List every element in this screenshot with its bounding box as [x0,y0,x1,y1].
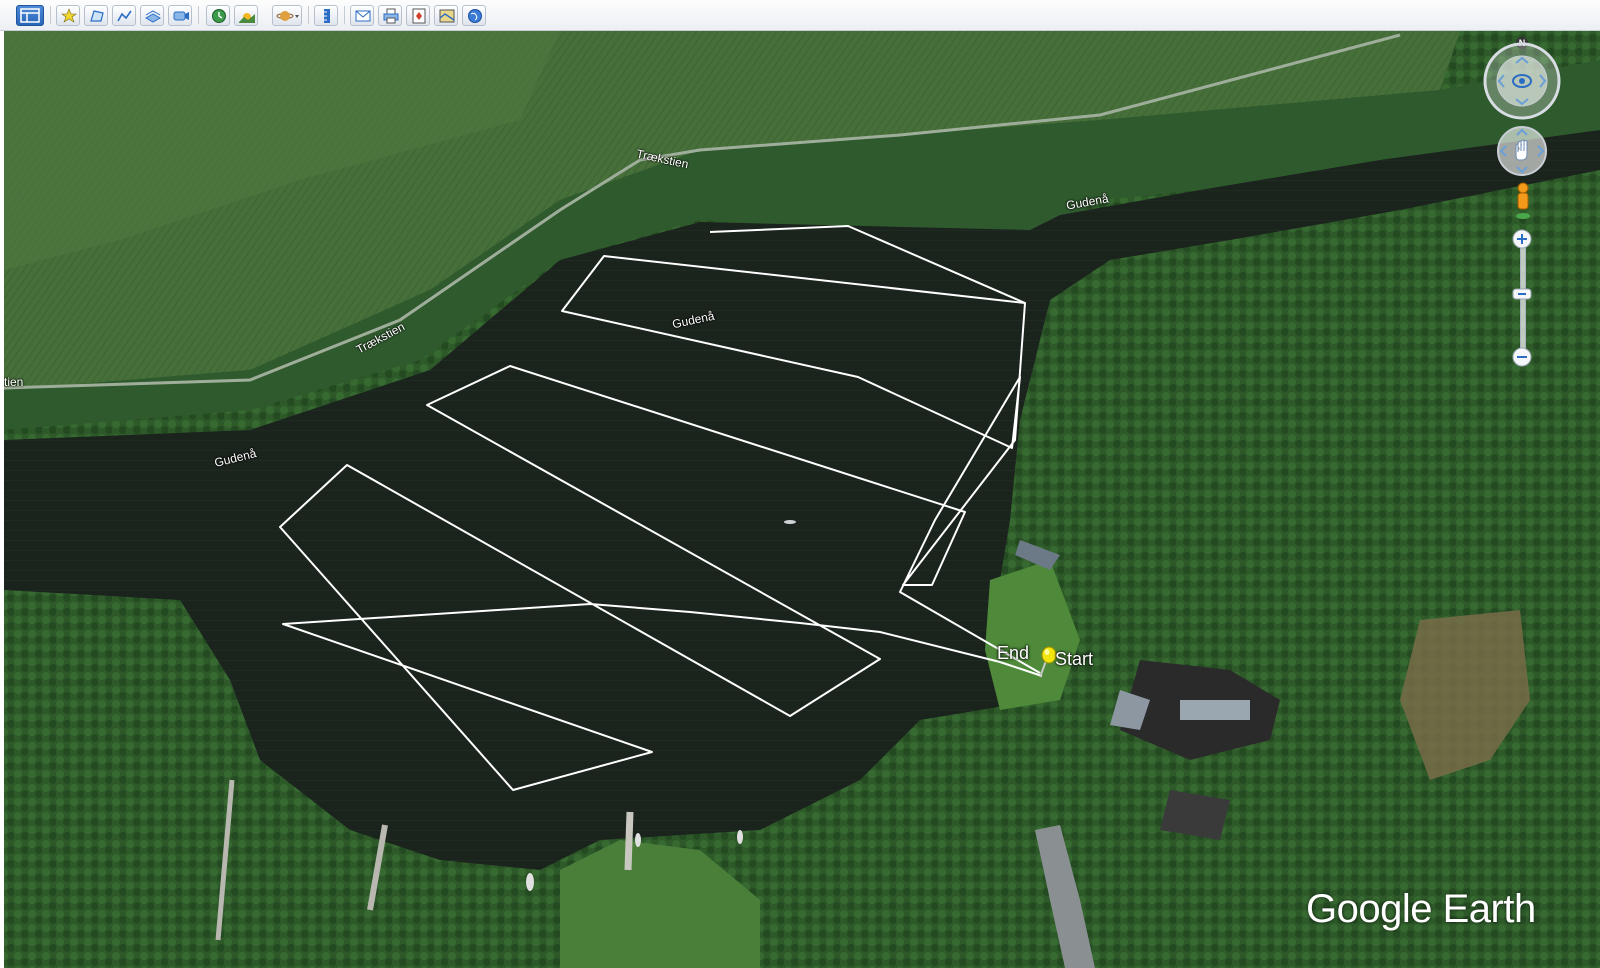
record-tour-button[interactable] [168,5,192,26]
sunlight-button[interactable] [234,5,258,26]
satellite-imagery [4,31,1600,968]
email-icon [355,10,371,22]
maps-icon [439,9,455,23]
image-overlay-icon [144,10,162,23]
street-view-pegman[interactable] [1511,181,1535,221]
ruler-icon [324,9,330,23]
globe-icon [468,9,482,23]
placemark-add-icon [61,8,77,23]
record-tour-icon [173,11,189,21]
polygon-add-icon [90,10,104,22]
save-image-icon [412,8,426,24]
planet-icon [276,11,299,21]
toolbar-separator [50,6,51,24]
start-label: Start [1055,649,1094,669]
toolbar-separator [308,6,309,24]
ruler-button[interactable] [314,5,338,26]
zoom-in-icon[interactable] [1512,229,1532,249]
sidebar-icon [20,8,40,23]
historical-imagery-button[interactable] [206,5,230,26]
add-placemark-button[interactable] [56,5,80,26]
toolbar-separator [198,6,199,24]
toolbar-separator [344,6,345,24]
sidebar-toggle-button[interactable] [16,5,44,26]
zoom-out-icon[interactable] [1512,347,1532,367]
print-icon [383,8,399,24]
zoom-slider[interactable] [1511,229,1533,369]
print-button[interactable] [378,5,402,26]
map-view[interactable]: Trækstien Trækstien tien Gudenå Gudenå G… [4,31,1600,968]
add-path-button[interactable] [112,5,136,26]
sun-icon [239,13,255,23]
clock-icon [212,9,226,23]
view-in-maps-button[interactable] [434,5,458,26]
move-joystick[interactable] [1496,125,1548,177]
look-joystick[interactable] [1482,41,1562,121]
save-image-button[interactable] [406,5,430,26]
add-polygon-button[interactable] [84,5,108,26]
end-label: End [997,643,1030,663]
add-image-overlay-button[interactable] [140,5,164,26]
road-label-edge: tien [4,375,24,389]
zoom-slider-track[interactable] [1520,241,1526,359]
email-button[interactable] [350,5,374,26]
toolbar [0,0,1600,31]
path-add-icon [117,10,132,22]
zoom-thumb[interactable] [1512,288,1532,300]
google-earth-logo: Google Earth [1306,887,1536,931]
earth-gallery-button[interactable] [462,5,486,26]
switch-planet-button[interactable] [272,5,302,26]
